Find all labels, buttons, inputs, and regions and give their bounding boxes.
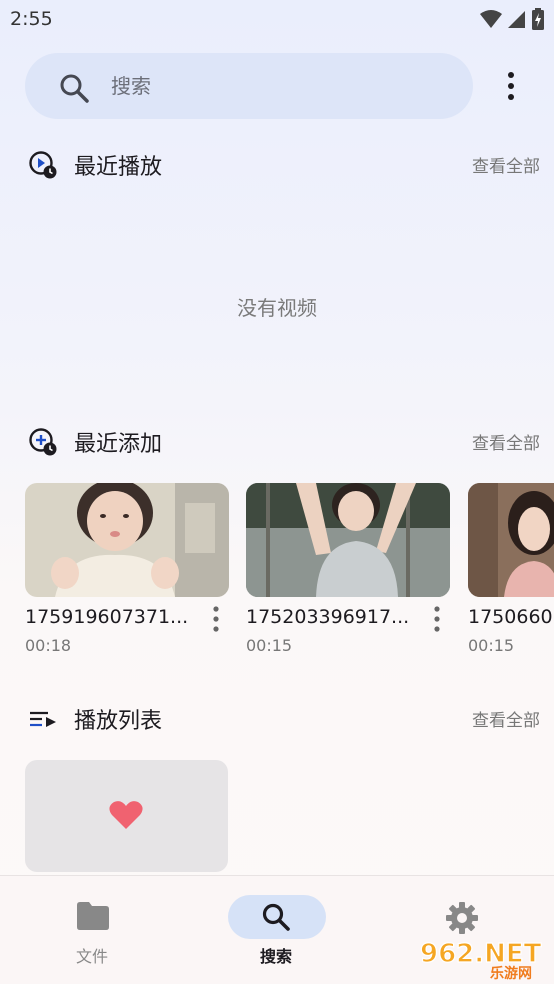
nav-item-files[interactable]: 文件 — [22, 876, 162, 976]
gear-icon — [446, 902, 478, 934]
wifi-icon — [480, 10, 502, 28]
video-thumbnail[interactable] — [25, 483, 229, 597]
heart-icon — [109, 801, 143, 829]
watermark-text: 962.NET — [420, 939, 542, 969]
section-title: 播放列表 — [74, 709, 163, 734]
playlist-icon — [30, 711, 56, 727]
battery-icon — [532, 8, 544, 30]
video-card[interactable]: 175203396917... 00:15 — [246, 483, 450, 655]
video-card[interactable]: 175919607371... 00:18 — [25, 483, 229, 655]
nav-label: 文件 — [75, 947, 108, 966]
recent-add-icon — [29, 428, 57, 456]
favorites-playlist-card[interactable] — [25, 760, 228, 872]
recent-added-header: 最近添加 查看全部 — [0, 421, 554, 461]
nav-item-search[interactable]: 搜索 — [206, 876, 346, 976]
search-bar[interactable] — [25, 53, 473, 119]
view-all-link[interactable]: 查看全部 — [472, 152, 540, 177]
video-thumbnail[interactable] — [468, 483, 554, 597]
folder-icon — [77, 902, 109, 930]
section-title: 最近添加 — [74, 432, 163, 457]
signal-icon — [508, 11, 525, 28]
video-duration: 00:15 — [246, 636, 293, 655]
recent-play-icon — [29, 151, 57, 179]
watermark-subtext: 乐游网 — [490, 965, 532, 980]
status-time: 2:55 — [10, 8, 53, 30]
more-options-icon[interactable] — [209, 605, 223, 633]
video-card[interactable]: 1750660 00:15 — [468, 483, 554, 655]
empty-state-text: 没有视频 — [237, 296, 317, 320]
video-duration: 00:18 — [25, 636, 72, 655]
recent-played-header: 最近播放 查看全部 — [0, 144, 554, 184]
search-input[interactable] — [111, 69, 431, 103]
video-duration: 00:15 — [468, 636, 515, 655]
section-title: 最近播放 — [74, 155, 163, 180]
more-options-icon[interactable] — [430, 605, 444, 633]
status-icons — [480, 8, 544, 30]
search-icon — [60, 74, 89, 103]
more-options-icon[interactable] — [498, 70, 524, 102]
video-thumbnail[interactable] — [246, 483, 450, 597]
search-icon — [262, 903, 290, 931]
watermark-logo: 962.NET 乐游网 — [419, 938, 542, 980]
view-all-link[interactable]: 查看全部 — [472, 706, 540, 731]
video-title: 1750660 — [468, 606, 553, 628]
nav-label: 搜索 — [259, 947, 292, 966]
playlists-header: 播放列表 查看全部 — [0, 698, 554, 738]
video-title: 175919607371... — [25, 606, 189, 628]
video-title: 175203396917... — [246, 606, 410, 628]
view-all-link[interactable]: 查看全部 — [472, 429, 540, 454]
status-bar: 2:55 — [0, 0, 554, 40]
